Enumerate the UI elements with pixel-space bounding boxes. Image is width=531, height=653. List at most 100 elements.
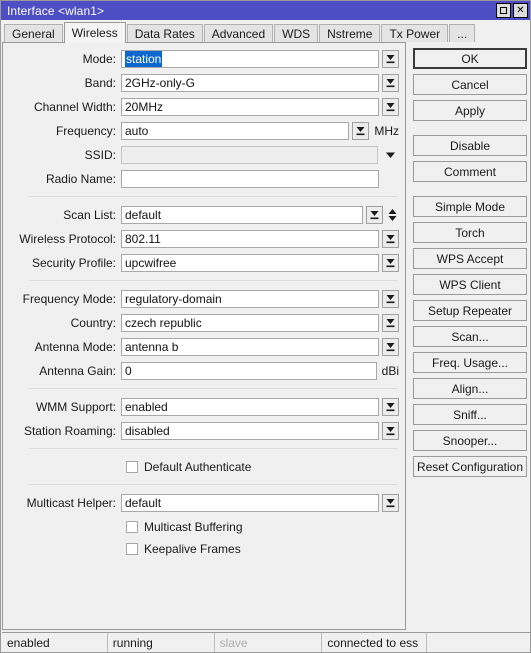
section-divider	[29, 484, 397, 485]
unit-antenna-gain: dBi	[381, 364, 399, 378]
tab-wds[interactable]: WDS	[274, 24, 319, 42]
action-button-panel: OK Cancel Apply Disable Comment Simple Mode To…	[413, 42, 527, 630]
tab-data-rates[interactable]: Data Rates	[126, 24, 203, 42]
input-ssid	[121, 146, 378, 164]
input-radio-name[interactable]	[121, 170, 379, 188]
field-row-antenna-gain: Antenna Gain: 0 dBi	[3, 361, 399, 381]
button-wps-accept[interactable]: WPS Accept	[413, 248, 527, 269]
input-wmm-support[interactable]: enabled	[121, 398, 379, 416]
dropdown-button-frequency[interactable]	[352, 122, 370, 140]
checkbox-multicast-buffering[interactable]	[126, 521, 138, 533]
status-bar: enabled running slave connected to ess	[2, 632, 530, 652]
button-reset-configuration[interactable]: Reset Configuration	[413, 456, 527, 477]
label-security-profile: Security Profile:	[31, 256, 116, 270]
dropdown-button-mode[interactable]	[382, 50, 399, 68]
section-divider	[29, 448, 397, 449]
dropdown-button-wmm-support[interactable]	[382, 398, 399, 416]
status-cell-2: slave	[215, 633, 323, 652]
status-cell-4	[427, 633, 530, 652]
button-scan[interactable]: Scan...	[413, 326, 527, 347]
label-channel-width: Channel Width:	[33, 100, 116, 114]
spinner-scan-list[interactable]	[386, 206, 399, 224]
input-security-profile[interactable]: upcwifree	[121, 254, 379, 272]
dropdown-button-wireless-protocol[interactable]	[382, 230, 399, 248]
checkbox-label-multicast-buffering: Multicast Buffering	[144, 520, 243, 534]
dropdown-button-multicast-helper[interactable]	[382, 494, 399, 512]
button-ok[interactable]: OK	[413, 48, 527, 69]
label-multicast-helper: Multicast Helper:	[26, 496, 116, 510]
dropdown-button-frequency-mode[interactable]	[382, 290, 399, 308]
maximize-button[interactable]	[496, 3, 511, 18]
checkbox-row-multicast-buffering[interactable]: Multicast Buffering	[3, 517, 399, 537]
button-simple-mode[interactable]: Simple Mode	[413, 196, 527, 217]
label-station-roaming: Station Roaming:	[23, 424, 116, 438]
tab-general[interactable]: General	[4, 24, 63, 42]
checkbox-row-default-authenticate[interactable]: Default Authenticate	[3, 457, 399, 477]
dropdown-button-antenna-mode[interactable]	[382, 338, 399, 356]
checkbox-keepalive-frames[interactable]	[126, 543, 138, 555]
checkbox-row-keepalive-frames[interactable]: Keepalive Frames	[3, 539, 399, 559]
field-row-country: Country: czech republic	[3, 313, 399, 333]
button-align[interactable]: Align...	[413, 378, 527, 399]
dropdown-button-channel-width[interactable]	[382, 98, 399, 116]
field-row-security-profile: Security Profile: upcwifree	[3, 253, 399, 273]
button-sniff[interactable]: Sniff...	[413, 404, 527, 425]
field-row-wireless-protocol: Wireless Protocol: 802.11	[3, 229, 399, 249]
label-frequency-mode: Frequency Mode:	[22, 292, 116, 306]
input-station-roaming[interactable]: disabled	[121, 422, 379, 440]
button-comment[interactable]: Comment	[413, 161, 527, 182]
checkbox-label-default-authenticate: Default Authenticate	[144, 460, 252, 474]
input-antenna-gain[interactable]: 0	[121, 362, 377, 380]
status-cell-0: enabled	[2, 633, 108, 652]
field-row-frequency: Frequency: auto MHz	[3, 121, 399, 141]
button-apply[interactable]: Apply	[413, 100, 527, 121]
tab-wireless[interactable]: Wireless	[63, 22, 126, 43]
field-row-antenna-mode: Antenna Mode: antenna b	[3, 337, 399, 357]
dropdown-button-band[interactable]	[382, 74, 399, 92]
button-cancel[interactable]: Cancel	[413, 74, 527, 95]
label-country: Country:	[70, 316, 116, 330]
input-antenna-mode[interactable]: antenna b	[121, 338, 379, 356]
input-country[interactable]: czech republic	[121, 314, 379, 332]
label-scan-list: Scan List:	[63, 208, 116, 222]
title-bar: Interface <wlan1> ✕	[1, 1, 530, 20]
input-multicast-helper[interactable]: default	[121, 494, 379, 512]
field-row-station-roaming: Station Roaming: disabled	[3, 421, 399, 441]
interface-window: Interface <wlan1> ✕ General Wireless Data …	[0, 0, 531, 653]
dropdown-button-station-roaming[interactable]	[382, 422, 399, 440]
selected-value-mode: station	[125, 51, 163, 67]
input-frequency-mode[interactable]: regulatory-domain	[121, 290, 379, 308]
status-cell-3: connected to ess	[322, 633, 428, 652]
window-title: Interface <wlan1>	[7, 3, 105, 18]
tab-nstreme[interactable]: Nstreme	[319, 24, 381, 42]
button-wps-client[interactable]: WPS Client	[413, 274, 527, 295]
tab-[interactable]: ...	[449, 24, 476, 42]
dropdown-button-security-profile[interactable]	[382, 254, 399, 272]
input-wireless-protocol[interactable]: 802.11	[121, 230, 379, 248]
button-torch[interactable]: Torch	[413, 222, 527, 243]
tab-advanced[interactable]: Advanced	[203, 24, 274, 42]
button-disable[interactable]: Disable	[413, 135, 527, 156]
input-channel-width[interactable]: 20MHz	[121, 98, 379, 116]
chevron-down-icon-ssid[interactable]	[382, 146, 399, 164]
dropdown-button-country[interactable]	[382, 314, 399, 332]
button-freq-usage[interactable]: Freq. Usage...	[413, 352, 527, 373]
input-mode[interactable]: station	[121, 50, 379, 68]
label-ssid: SSID:	[84, 148, 116, 162]
maximize-icon	[500, 7, 507, 14]
dropdown-button-scan-list[interactable]	[366, 206, 383, 224]
input-frequency[interactable]: auto	[121, 122, 350, 140]
field-row-ssid: SSID:	[3, 145, 399, 165]
label-mode: Mode:	[82, 52, 116, 66]
tab-tx-power[interactable]: Tx Power	[381, 24, 449, 42]
input-scan-list[interactable]: default	[121, 206, 363, 224]
button-setup-repeater[interactable]: Setup Repeater	[413, 300, 527, 321]
input-band[interactable]: 2GHz-only-G	[121, 74, 379, 92]
checkbox-default-authenticate[interactable]	[126, 461, 138, 473]
label-frequency: Frequency:	[55, 124, 116, 138]
field-row-multicast-helper: Multicast Helper: default	[3, 493, 399, 513]
section-divider	[29, 388, 397, 389]
button-snooper[interactable]: Snooper...	[413, 430, 527, 451]
close-button[interactable]: ✕	[513, 3, 528, 18]
field-row-band: Band: 2GHz-only-G	[3, 73, 399, 93]
